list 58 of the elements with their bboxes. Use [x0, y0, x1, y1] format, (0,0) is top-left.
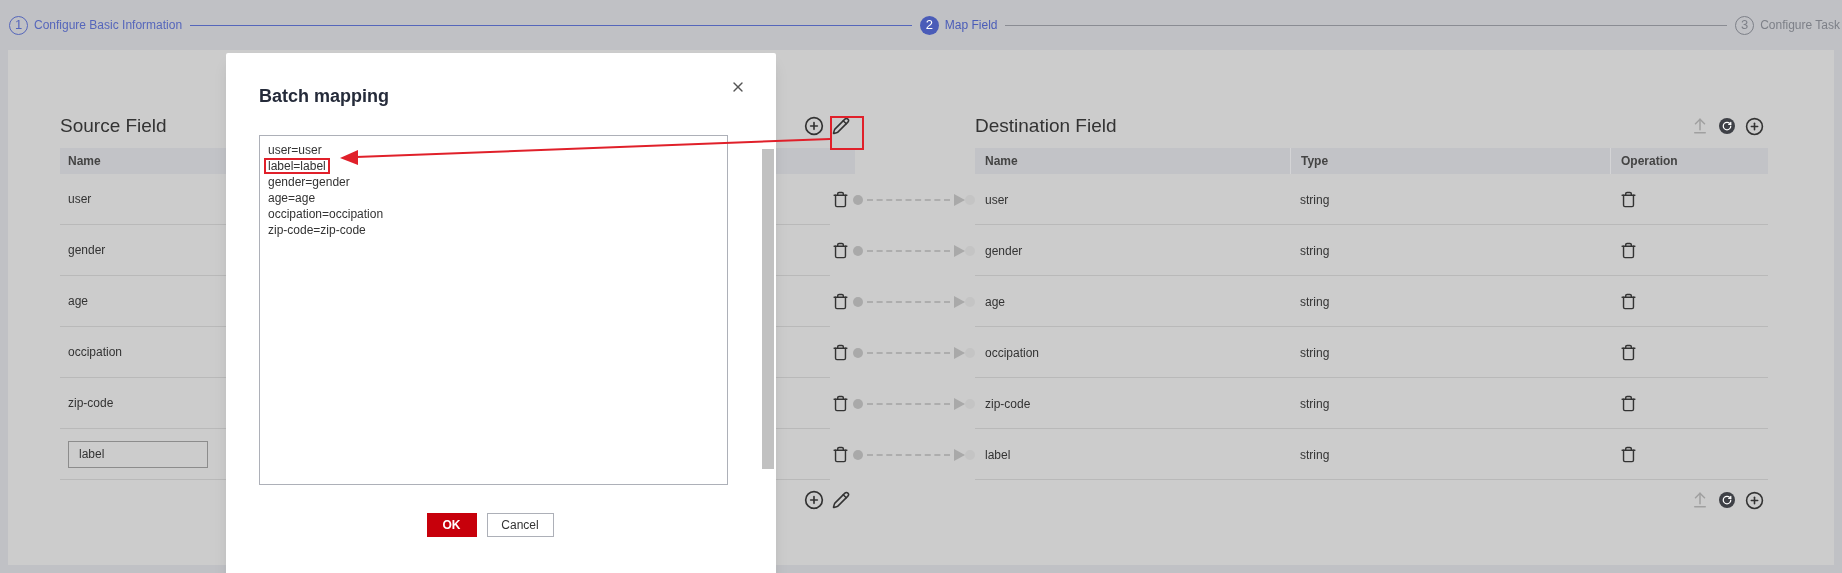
- table-cell-text: gender: [68, 242, 106, 259]
- section-title: Source Field: [60, 113, 167, 138]
- table-cell: user: [985, 193, 1009, 207]
- table-cell: label: [985, 448, 1011, 462]
- delete-icon[interactable]: [831, 293, 849, 310]
- table-cell: string: [1300, 346, 1330, 360]
- text-line: age=age: [267, 190, 317, 206]
- table-cell-text: age: [68, 293, 89, 310]
- delete-icon[interactable]: [1620, 292, 1637, 310]
- table-cell: string: [1300, 244, 1330, 258]
- step-label: Map Field: [944, 17, 998, 34]
- mapping-text-area[interactable]: user=user label=label gender=gender age=age occipation=occipation zip-code=zip-code: [259, 135, 728, 485]
- pencil-icon[interactable]: [832, 491, 850, 509]
- table-cell-text: occipation: [68, 344, 123, 361]
- section-title: Destination Field: [975, 113, 1117, 138]
- delete-icon[interactable]: [1620, 445, 1637, 463]
- table-cell: age: [985, 295, 1006, 309]
- ok-button[interactable]: OK: [426, 513, 477, 537]
- delete-icon[interactable]: [831, 395, 849, 412]
- add-icon[interactable]: [804, 116, 824, 136]
- refresh-icon[interactable]: [1719, 492, 1735, 508]
- delete-icon[interactable]: [1620, 190, 1637, 208]
- table-cell: string: [1300, 295, 1330, 309]
- dialog-title: Batch mapping: [259, 85, 389, 108]
- text-line: zip-code=zip-code: [267, 222, 367, 238]
- table-cell: gender: [985, 244, 1023, 258]
- step-number: 2: [919, 15, 939, 35]
- column-header: Operation: [1621, 153, 1678, 170]
- table-cell: string: [1300, 397, 1330, 411]
- add-icon[interactable]: [1745, 116, 1764, 136]
- step-label: Configure Task: [1760, 17, 1840, 34]
- table-cell: occipation: [985, 346, 1040, 360]
- add-icon[interactable]: [804, 490, 824, 510]
- field-name-input[interactable]: label: [68, 440, 208, 468]
- column-header: Name: [68, 153, 101, 170]
- delete-icon[interactable]: [1620, 394, 1637, 412]
- table-cell-text: user: [68, 191, 92, 208]
- table-cell: string: [1300, 193, 1330, 207]
- delete-icon[interactable]: [1620, 343, 1637, 361]
- column-header: Name: [985, 153, 1018, 170]
- scrollbar[interactable]: [762, 149, 774, 469]
- delete-icon[interactable]: [831, 191, 849, 208]
- delete-icon[interactable]: [831, 446, 849, 463]
- table-cell-text: zip-code: [68, 395, 114, 412]
- text-line: user=user: [267, 142, 323, 158]
- text-line: occipation=occipation: [267, 206, 385, 222]
- table-cell: string: [1300, 448, 1330, 462]
- add-icon[interactable]: [1745, 490, 1764, 510]
- table-cell: zip-code: [985, 397, 1031, 411]
- delete-icon[interactable]: [831, 242, 849, 259]
- column-header: Type: [1301, 153, 1329, 170]
- cancel-button[interactable]: Cancel: [486, 513, 554, 537]
- text-line: gender=gender: [267, 174, 351, 190]
- step-label: Configure Basic Information: [34, 17, 183, 34]
- delete-icon[interactable]: [831, 344, 849, 361]
- refresh-icon[interactable]: [1719, 118, 1735, 134]
- delete-icon[interactable]: [1620, 241, 1637, 259]
- pencil-icon[interactable]: [832, 117, 850, 135]
